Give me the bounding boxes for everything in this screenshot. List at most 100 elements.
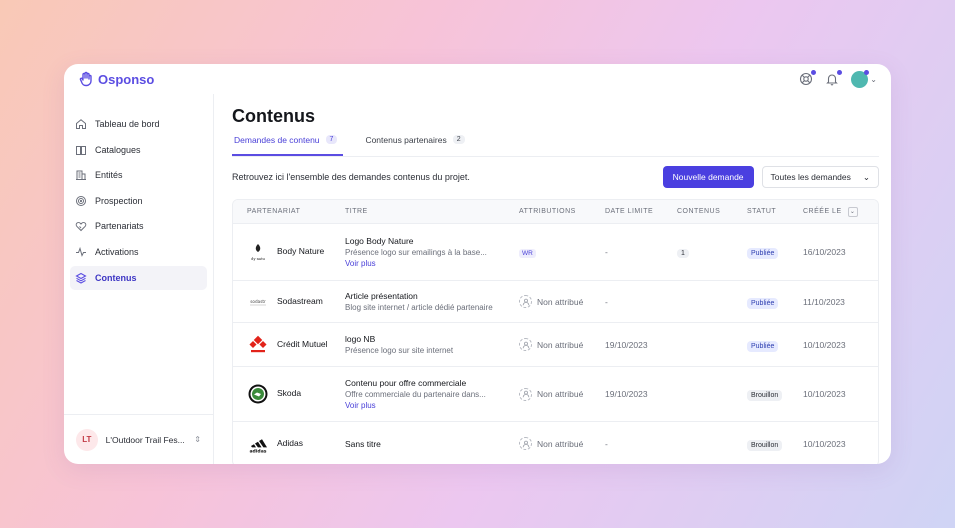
building-icon — [76, 170, 86, 181]
home-icon — [76, 119, 86, 129]
table-row[interactable]: adidas Adidas Sans titre Non attribué - — [233, 422, 878, 464]
sidebar-item-label: Contenus — [95, 272, 137, 283]
created-date: 11/10/2023 — [803, 296, 845, 307]
deadline: - — [605, 247, 608, 257]
deadline: - — [605, 296, 608, 307]
column-header-statut[interactable]: STATUT — [747, 208, 803, 215]
column-header-date-limite[interactable]: DATE LIMITE — [605, 208, 677, 215]
org-avatar: LT — [76, 428, 98, 451]
partner-name: Sodastream — [277, 295, 323, 306]
contents-count: 1 — [677, 249, 689, 258]
intro-text: Retrouvez ici l'ensemble des demandes co… — [232, 172, 470, 182]
status-badge: Brouillon — [747, 439, 783, 451]
request-title: Logo Body Nature — [345, 236, 414, 246]
sidebar-item-entites[interactable]: Entités — [70, 163, 207, 187]
created-date: 10/10/2023 — [803, 438, 846, 449]
sidebar-item-tableau-de-bord[interactable]: Tableau de bord — [70, 112, 207, 136]
see-more-link[interactable]: Voir plus — [345, 401, 519, 410]
new-request-button[interactable]: Nouvelle demande — [662, 166, 754, 188]
request-description: Offre commerciale du partenaire dans... — [345, 390, 486, 399]
target-icon — [76, 195, 86, 206]
partner-logo — [247, 383, 269, 405]
deadline: 19/10/2023 — [605, 389, 648, 399]
layers-icon — [75, 272, 87, 284]
assignee-label: Non attribué — [537, 438, 584, 449]
request-title: Article présentation — [345, 291, 418, 301]
partner-name: Body Nature — [277, 246, 325, 257]
sidebar-item-catalogues[interactable]: Catalogues — [70, 138, 207, 162]
assignee-empty[interactable]: Non attribué — [519, 437, 605, 450]
notification-dot — [837, 70, 843, 75]
brand-logo[interactable]: Osponso — [78, 71, 154, 87]
user-icon — [519, 295, 532, 308]
table-row[interactable]: Skoda Contenu pour offre commerciale Off… — [233, 367, 878, 422]
assignee-label: Non attribué — [537, 339, 584, 350]
partner-logo-text: dy natu — [251, 257, 265, 261]
status-badge: Publiée — [747, 248, 779, 259]
notification-dot — [811, 70, 817, 75]
partner-logo: sodastr — [247, 291, 269, 313]
column-header-attributions[interactable]: ATTRIBUTIONS — [519, 208, 605, 215]
sidebar-item-partenariats[interactable]: Partenariats — [70, 214, 207, 238]
tab-demandes-de-contenu[interactable]: Demandes de contenu 7 — [232, 135, 344, 156]
user-icon — [519, 437, 532, 450]
sidebar-item-contenus[interactable]: Contenus — [70, 265, 207, 290]
created-date: 16/10/2023 — [803, 247, 846, 257]
page-title: Contenus — [232, 106, 315, 126]
tab-label: Contenus partenaires — [365, 135, 447, 145]
top-bar: Osponso ⌄ — [64, 64, 891, 94]
request-filter-select[interactable]: Toutes les demandes ⌄ — [761, 166, 879, 188]
help-icon[interactable] — [799, 70, 817, 86]
user-icon — [519, 387, 532, 401]
sidebar-item-activations[interactable]: Activations — [70, 240, 207, 264]
table-row[interactable]: sodastr Sodastream Article présentation … — [233, 281, 878, 323]
user-menu[interactable]: ⌄ — [851, 69, 877, 88]
sort-icon[interactable]: ⌄ — [847, 206, 858, 217]
hand-logo-icon — [79, 71, 92, 87]
assignee-empty[interactable]: Non attribué — [519, 295, 605, 308]
table-header: PARTENARIAT TITRE ATTRIBUTIONS DATE LIMI… — [233, 200, 878, 224]
column-header-label: CRÉÉE LE — [803, 208, 842, 215]
request-description: Présence logo sur site internet — [345, 346, 454, 355]
assignee-label: Non attribué — [537, 296, 584, 307]
partner-logo-text: sodastr — [250, 299, 266, 304]
chevron-down-icon: ⌄ — [870, 74, 877, 84]
column-header-creee-le[interactable]: CRÉÉE LE ⌄ — [803, 206, 865, 217]
column-header-partenariat[interactable]: PARTENARIAT — [233, 208, 333, 215]
tab-label: Demandes de contenu — [234, 135, 320, 145]
sidebar-nav: Tableau de bord Catalogues Entités Prosp… — [64, 94, 213, 290]
partner-name: Adidas — [277, 437, 303, 448]
sidebar-item-prospection[interactable]: Prospection — [70, 189, 207, 213]
sidebar-item-label: Partenariats — [95, 221, 144, 232]
avatar — [851, 69, 870, 88]
request-description: Blog site internet / article dédié parte… — [345, 303, 493, 312]
assignee-empty[interactable]: Non attribué — [519, 387, 605, 401]
request-title: Contenu pour offre commerciale — [345, 378, 467, 388]
column-header-titre[interactable]: TITRE — [333, 208, 519, 215]
partner-name: Skoda — [277, 388, 302, 399]
sidebar-item-label: Catalogues — [95, 144, 141, 155]
bell-icon[interactable] — [825, 70, 843, 86]
organization-switcher[interactable]: LT L'Outdoor Trail Fes... ⇕ — [64, 414, 213, 464]
partner-logo — [247, 334, 269, 356]
request-description: Présence logo sur emailings à la base... — [345, 248, 487, 257]
filter-value: Toutes les demandes — [770, 172, 851, 182]
assignee-empty[interactable]: Non attribué — [519, 338, 605, 351]
request-title: Sans titre — [345, 438, 381, 449]
main-content: Contenus Demandes de contenu 7 Contenus … — [232, 94, 879, 464]
user-icon — [519, 338, 532, 351]
assignee-badge: WR — [519, 249, 536, 258]
partner-logo: dy natu — [247, 241, 269, 263]
chevron-down-icon: ⌄ — [862, 171, 870, 182]
see-more-link[interactable]: Voir plus — [345, 259, 519, 268]
book-icon — [76, 145, 86, 155]
app-window: Osponso ⌄ Tableau de bord Catalogues Ent… — [64, 64, 891, 464]
table-row[interactable]: dy natu Body Nature Logo Body Nature Pré… — [233, 224, 878, 281]
request-title: logo NB — [345, 334, 376, 344]
deadline: 19/10/2023 — [605, 339, 648, 350]
status-badge: Brouillon — [747, 390, 783, 401]
tab-contenus-partenaires[interactable]: Contenus partenaires 2 — [363, 135, 466, 156]
column-header-contenus[interactable]: CONTENUS — [677, 208, 747, 215]
sidebar-item-label: Tableau de bord — [95, 119, 160, 129]
table-row[interactable]: Crédit Mutuel logo NB Présence logo sur … — [233, 323, 878, 367]
